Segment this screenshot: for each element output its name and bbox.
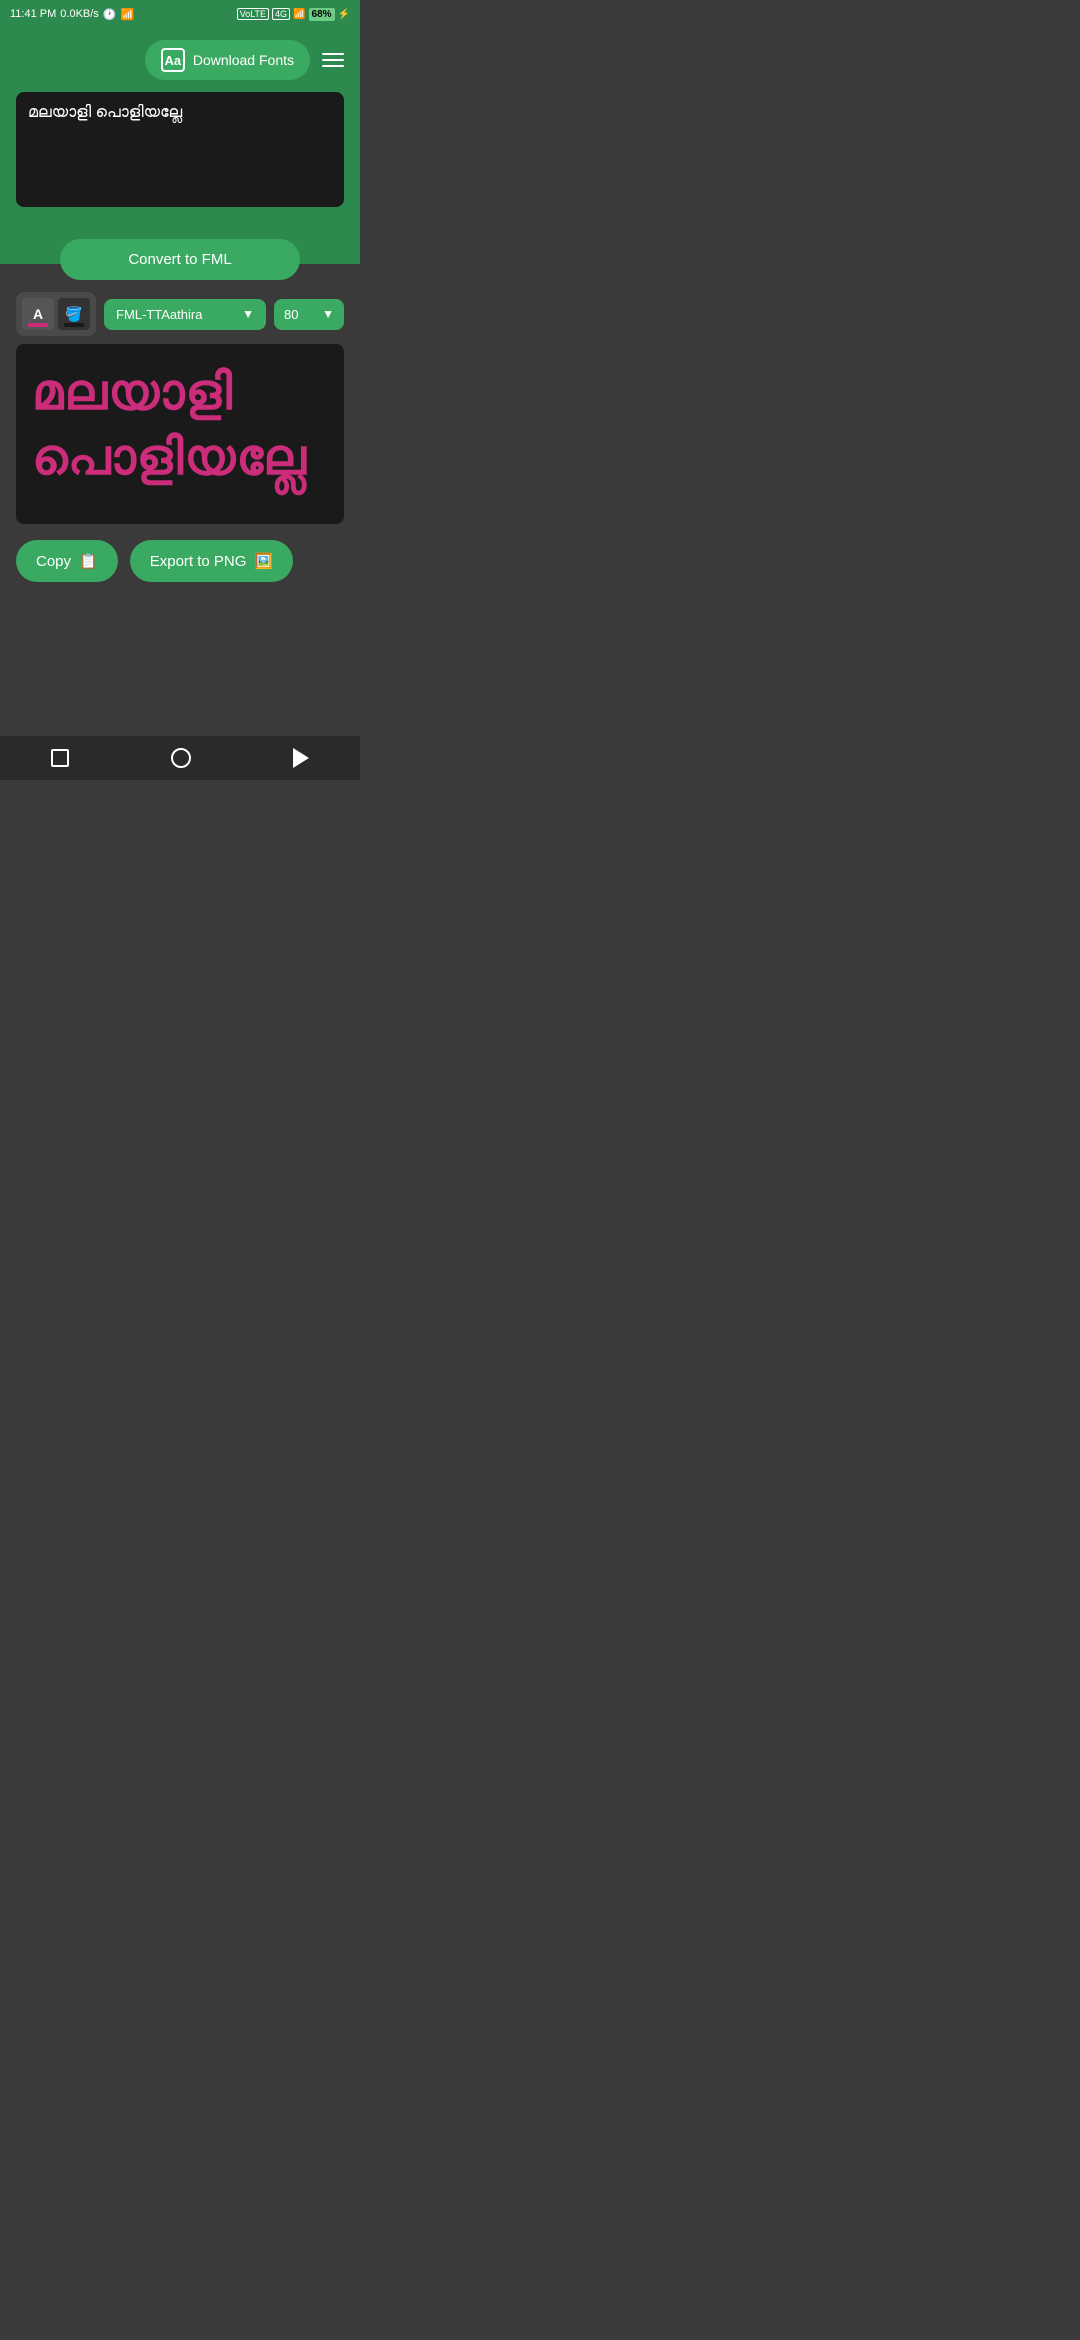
size-selected-label: 80	[284, 307, 298, 322]
action-buttons: Copy 📋 Export to PNG 🖼️	[16, 540, 344, 582]
bg-color-icon: 🪣	[65, 306, 82, 323]
home-button[interactable]	[171, 748, 191, 768]
size-selector[interactable]: 80 ▼	[274, 299, 344, 330]
preview-canvas: മലയാളിപൊളിയല്ലേ	[16, 344, 344, 524]
export-icon: 🖼️	[254, 552, 273, 570]
bg-color-button[interactable]: 🪣	[58, 298, 90, 330]
font-selected-label: FML-TTAathira	[116, 307, 202, 322]
circle-icon	[171, 748, 191, 768]
export-label: Export to PNG	[150, 553, 247, 570]
back-button[interactable]	[293, 748, 309, 768]
menu-button[interactable]	[322, 53, 344, 67]
charging-icon: ⚡	[338, 9, 350, 20]
status-right: VoLTE 4G 📶 68% ⚡	[237, 8, 350, 21]
copy-label: Copy	[36, 553, 71, 570]
signal-bars: 📶	[293, 9, 305, 20]
status-left: 11:41 PM 0.0KB/s 🕐 📶	[10, 8, 134, 21]
download-fonts-button[interactable]: Aa Download Fonts	[145, 40, 310, 80]
download-fonts-label: Download Fonts	[193, 52, 294, 68]
status-bar: 11:41 PM 0.0KB/s 🕐 📶 VoLTE 4G 📶 68% ⚡	[0, 0, 360, 28]
hamburger-line	[322, 65, 344, 67]
convert-button[interactable]: Convert to FML	[60, 239, 300, 280]
battery-indicator: 68%	[309, 8, 335, 21]
input-area: മലയാളി പൊളിയല്ലേ	[16, 92, 344, 207]
volte-icon: VoLTE	[237, 8, 269, 20]
app-header: Aa Download Fonts	[0, 28, 360, 92]
formatting-toolbar: A 🪣 FML-TTAathira ▼ 80 ▼	[16, 292, 344, 336]
malayalam-text-input[interactable]: മലയാളി പൊളിയല്ലേ	[28, 104, 332, 190]
convert-label: Convert to FML	[128, 251, 231, 268]
text-color-letter: A	[33, 306, 43, 322]
export-button[interactable]: Export to PNG 🖼️	[130, 540, 293, 582]
size-dropdown-arrow: ▼	[322, 307, 334, 321]
recent-apps-button[interactable]	[51, 749, 69, 767]
copy-icon: 📋	[79, 552, 98, 570]
alarm-icon: 🕐	[103, 8, 117, 21]
navigation-bar	[0, 736, 360, 780]
font-icon: Aa	[161, 48, 185, 72]
bg-color-swatch	[64, 323, 84, 327]
font-dropdown-arrow: ▼	[242, 307, 254, 321]
back-icon	[293, 748, 309, 768]
text-color-button[interactable]: A	[22, 298, 54, 330]
font-selector[interactable]: FML-TTAathira ▼	[104, 299, 266, 330]
hamburger-line	[322, 59, 344, 61]
square-icon	[51, 749, 69, 767]
convert-btn-wrapper: Convert to FML	[0, 223, 360, 264]
output-section: A 🪣 FML-TTAathira ▼ 80 ▼ മലയാളിപൊളിയല്ലേ…	[0, 264, 360, 598]
input-section: മലയാളി പൊളിയല്ലേ	[0, 92, 360, 223]
color-picker-group: A 🪣	[16, 292, 96, 336]
network-type: 4G	[272, 8, 290, 20]
copy-button[interactable]: Copy 📋	[16, 540, 118, 582]
time-display: 11:41 PM	[10, 8, 56, 20]
text-color-swatch	[28, 323, 48, 327]
signal-icon: 📶	[121, 8, 135, 21]
network-speed: 0.0KB/s	[60, 8, 99, 20]
hamburger-line	[322, 53, 344, 55]
preview-text: മലയാളിപൊളിയല്ലേ	[32, 360, 307, 490]
